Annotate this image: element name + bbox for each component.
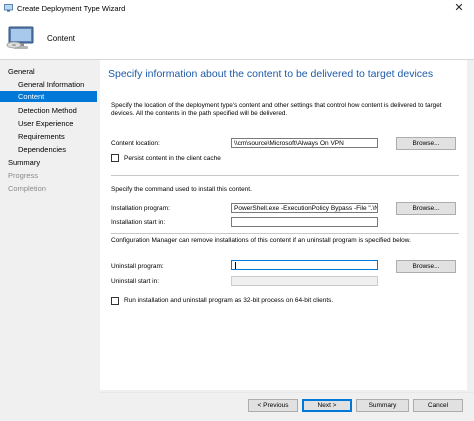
uninstall-start-in-input[interactable] xyxy=(231,276,378,286)
uninstall-program-label: Uninstall program: xyxy=(111,263,164,270)
nav-item-summary[interactable]: Summary xyxy=(8,157,40,168)
wizard-nav: General General Information Content Dete… xyxy=(0,60,100,421)
install-section-label: Specify the command used to install this… xyxy=(111,186,252,193)
nav-item-completion: Completion xyxy=(8,184,46,193)
installation-program-label: Installation program: xyxy=(111,205,170,212)
uninstall-start-in-label: Uninstall start in: xyxy=(111,278,160,285)
nav-item-requirements[interactable]: Requirements xyxy=(18,131,65,142)
uninstall-program-browse-button[interactable]: Browse... xyxy=(396,260,456,273)
nav-item-user-experience[interactable]: User Experience xyxy=(18,118,73,129)
nav-item-progress: Progress xyxy=(8,171,39,180)
section-description: Specify the location of the deployment t… xyxy=(111,102,442,118)
nav-item-dependencies[interactable]: Dependencies xyxy=(18,144,66,155)
wizard-window: Create Deployment Type Wizard ✕ Content … xyxy=(0,0,474,421)
nav-item-detection-method[interactable]: Detection Method xyxy=(18,105,77,116)
uninstall-program-input[interactable] xyxy=(231,260,378,270)
content-panel: Specify information about the content to… xyxy=(100,60,467,390)
content-location-label: Content location: xyxy=(111,140,160,147)
run-32bit-label: Run installation and uninstall program a… xyxy=(124,297,334,304)
persist-cache-checkbox[interactable] xyxy=(111,154,119,162)
text-caret xyxy=(235,261,236,269)
previous-button[interactable]: < Previous xyxy=(248,399,298,412)
content-location-browse-button[interactable]: Browse... xyxy=(396,137,456,150)
next-button[interactable]: Next > xyxy=(302,399,352,412)
divider xyxy=(111,233,459,234)
close-button[interactable]: ✕ xyxy=(444,0,474,17)
cancel-button[interactable]: Cancel xyxy=(413,399,463,412)
computer-with-disc-icon xyxy=(6,26,34,49)
wizard-header: Content xyxy=(0,17,474,60)
nav-item-general-information[interactable]: General Information xyxy=(18,79,84,90)
wizard-app-icon xyxy=(4,4,13,12)
title-bar: Create Deployment Type Wizard ✕ xyxy=(0,0,474,17)
installation-start-in-input[interactable] xyxy=(231,217,378,227)
installation-start-in-label: Installation start in: xyxy=(111,219,166,226)
page-title: Content xyxy=(47,34,76,43)
persist-cache-label: Persist content in the client cache xyxy=(124,155,221,162)
section-heading: Specify information about the content to… xyxy=(108,68,434,80)
content-location-input[interactable]: \\cm\source\Microsoft\Always On VPN xyxy=(231,138,378,148)
installation-program-input[interactable]: PowerShell.exe -ExecutionPolicy Bypass -… xyxy=(231,203,378,213)
run-32bit-checkbox[interactable] xyxy=(111,297,119,305)
uninstall-note: Configuration Manager can remove install… xyxy=(111,237,411,244)
installation-program-browse-button[interactable]: Browse... xyxy=(396,202,456,215)
divider xyxy=(111,175,459,176)
window-title: Create Deployment Type Wizard xyxy=(17,4,126,13)
nav-item-content[interactable]: Content xyxy=(0,91,97,102)
summary-button[interactable]: Summary xyxy=(356,399,409,412)
footer-divider xyxy=(100,392,474,393)
nav-item-general[interactable]: General xyxy=(8,66,35,77)
